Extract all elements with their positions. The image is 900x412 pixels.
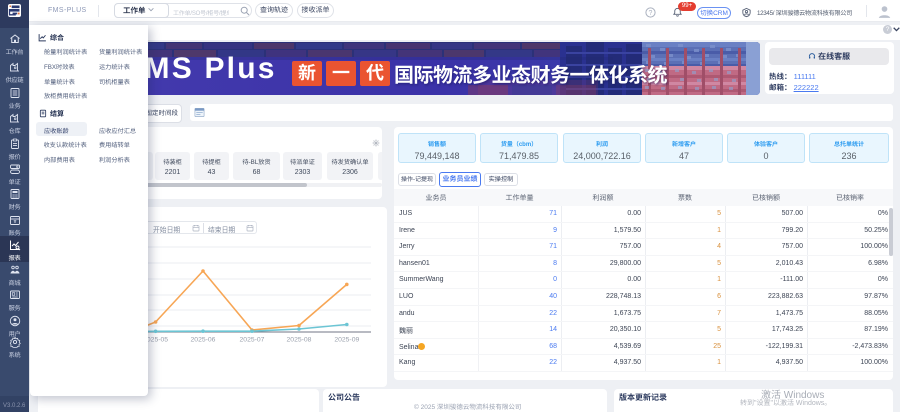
svg-text:2025-06: 2025-06 bbox=[191, 337, 216, 344]
svg-text:2025-08: 2025-08 bbox=[287, 337, 312, 344]
svg-text:2025-09: 2025-09 bbox=[334, 337, 359, 344]
svg-text:2025-07: 2025-07 bbox=[240, 337, 265, 344]
svg-text:?: ? bbox=[649, 10, 653, 17]
